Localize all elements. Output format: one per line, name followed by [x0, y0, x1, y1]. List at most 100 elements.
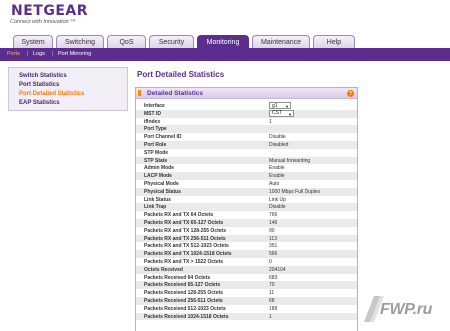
row-value: 1	[269, 118, 272, 125]
sidebar: Switch Statistics Port Statistics Port D…	[8, 67, 128, 111]
table-row: Packets RX and TX 256-511 Octets 113	[136, 234, 357, 243]
table-row: Packets Received 64 Octets 683	[136, 274, 357, 282]
interface-select-value: g1	[272, 102, 278, 109]
row-label: Octets Received	[144, 266, 183, 273]
table-row: Admin Mode Enable	[136, 164, 357, 172]
row-label: Packets RX and TX 256-511 Octets	[144, 235, 226, 242]
table-row: LACP Mode Enable	[136, 172, 357, 180]
tab-help[interactable]: Help	[313, 35, 355, 48]
mst-id-select-value: CST	[272, 110, 282, 117]
row-value: 1000 Mbps Full Duplex	[269, 188, 321, 195]
row-value: 0	[269, 258, 272, 265]
tab-qos[interactable]: QoS	[107, 35, 146, 48]
table-row: Port Channel ID Disable	[136, 133, 357, 141]
row-label: Packets Received 65-127 Octets	[144, 282, 221, 289]
dropdown-arrow-icon: ▼	[288, 111, 292, 117]
interface-select[interactable]: g1 ▼	[269, 102, 291, 109]
table-row: Link Status Link Up	[136, 196, 357, 204]
row-label: Packets RX and TX 65-127 Octets	[144, 219, 224, 226]
row-label: ifIndex	[144, 118, 161, 125]
mst-id-select[interactable]: CST ▼	[269, 109, 294, 117]
panel-header: Detailed Statistics ?	[136, 88, 357, 99]
subnav-logs[interactable]: Logs	[33, 51, 45, 57]
tab-maintenance[interactable]: Maintenance	[252, 35, 310, 48]
table-row-mst-id: MST ID CST ▼	[136, 109, 357, 118]
table-row: Packets RX and TX 128-255 Octets 90	[136, 227, 357, 235]
watermark-text: FWP.ru	[380, 301, 433, 318]
row-value: Enable	[269, 165, 285, 172]
sidebar-item-port-detailed-statistics[interactable]: Port Detailed Statistics	[19, 91, 84, 97]
row-value: Disable	[269, 134, 286, 141]
row-label: Interface	[144, 103, 165, 109]
row-label: Packets Received 1024-1518 Octets	[144, 313, 229, 320]
sidebar-item-switch-statistics[interactable]: Switch Statistics	[19, 73, 67, 79]
row-label: Port Channel ID	[144, 134, 182, 141]
table-row: Packets Received 65-127 Octets 70	[136, 281, 357, 290]
row-label: LACP Mode	[144, 173, 172, 180]
table-row: Packets RX and TX > 1522 Octets 0	[136, 258, 357, 266]
subnav-separator: |	[27, 51, 29, 57]
tab-security[interactable]: Security	[149, 35, 194, 48]
table-row: ifIndex 1	[136, 118, 357, 126]
row-label: Admin Mode	[144, 165, 174, 172]
table-row: Port Type	[136, 125, 357, 134]
table-row: Packets RX and TX 1024-1518 Octets 566	[136, 250, 357, 258]
row-value: 566	[269, 251, 278, 258]
row-value: Manual forwarding	[269, 157, 311, 164]
row-value: 146	[269, 219, 278, 226]
row-label: Packets RX and TX 128-255 Octets	[144, 227, 226, 234]
table-row: Physical Mode Auto	[136, 180, 357, 188]
sidebar-item-port-statistics[interactable]: Port Statistics	[19, 82, 59, 88]
table-row: Packets RX and TX 64 Octets 766	[136, 211, 357, 219]
subnav-ports[interactable]: Ports	[7, 51, 20, 57]
page-title: Port Detailed Statistics	[137, 70, 225, 79]
table-row: Packets Received 128-255 Octets 11	[136, 289, 357, 297]
collapse-toggle-icon[interactable]	[138, 90, 141, 96]
row-label: Packets RX and TX 1024-1518 Octets	[144, 251, 232, 258]
table-row-interface: Interface g1 ▼	[136, 102, 357, 110]
row-label: Packets RX and TX 64 Octets	[144, 212, 214, 219]
row-value: 113	[269, 235, 277, 242]
sidebar-item-eap-statistics[interactable]: EAP Statistics	[19, 100, 60, 106]
row-value: 683	[269, 274, 278, 281]
sub-navigation: Ports | Logs | Port Mirroring	[0, 48, 450, 61]
header-logo-area: NETGEAR Connect with Innovation ™	[0, 0, 450, 34]
tab-monitoring[interactable]: Monitoring	[197, 35, 249, 48]
row-value: Link Up	[269, 196, 286, 203]
row-value: 189	[269, 305, 278, 312]
subnav-separator: |	[52, 51, 54, 57]
tab-system[interactable]: System	[13, 35, 53, 48]
subnav-port-mirroring[interactable]: Port Mirroring	[58, 51, 91, 57]
netgear-logo: NETGEAR	[11, 3, 88, 19]
table-row: Packets RX and TX 65-127 Octets 146	[136, 218, 357, 227]
row-value: 70	[269, 282, 275, 289]
row-label: Physical Status	[144, 188, 181, 195]
row-value: Disable	[269, 204, 286, 211]
panel-title: Detailed Statistics	[147, 90, 203, 97]
row-value: 204104	[269, 266, 286, 273]
row-value: 11	[269, 290, 275, 297]
row-value: Auto	[269, 180, 280, 187]
logo-tagline: Connect with Innovation ™	[10, 19, 76, 25]
row-value: 351	[269, 243, 278, 250]
table-row: Packets Received 1024-1518 Octets 1	[136, 312, 357, 321]
dropdown-arrow-icon: ▼	[285, 104, 289, 109]
table-row: Physical Status 1000 Mbps Full Duplex	[136, 187, 357, 196]
statistics-table: Interface g1 ▼ MST ID CST ▼ ifIndex 1 Port…	[136, 102, 357, 321]
table-row: Packets RX and TX 512-1023 Octets 351	[136, 242, 357, 250]
row-label: STP Mode	[144, 149, 169, 156]
row-label: Packets RX and TX > 1522 Octets	[144, 258, 224, 265]
row-label: Link Trap	[144, 204, 167, 211]
row-value: Disabled	[269, 141, 289, 148]
table-row: Link Trap Disable	[136, 203, 357, 212]
table-row: STP State Manual forwarding	[136, 156, 357, 165]
tab-switching[interactable]: Switching	[56, 35, 104, 48]
table-row: Octets Received 204104	[136, 265, 357, 274]
row-value: Enable	[269, 173, 285, 180]
row-label: Port Role	[144, 141, 167, 148]
main-tab-bar: System Switching QoS Security Monitoring…	[0, 34, 450, 48]
table-row: Packets Received 512-1023 Octets 189	[136, 305, 357, 313]
detailed-statistics-panel: Detailed Statistics ? Interface g1 ▼ MST…	[135, 87, 358, 331]
help-icon[interactable]: ?	[347, 90, 354, 97]
row-label: Packets Received 256-511 Octets	[144, 297, 223, 304]
